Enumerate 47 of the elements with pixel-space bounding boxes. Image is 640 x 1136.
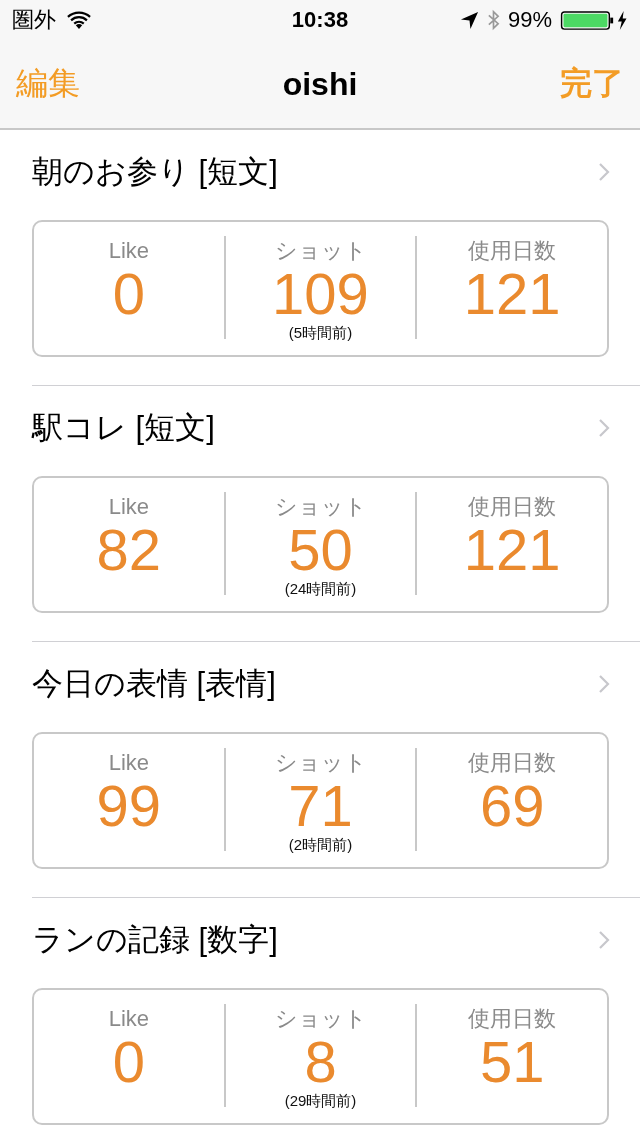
item-title: ランの記録 [数字] (32, 921, 278, 959)
stat-value: 50 (288, 520, 353, 580)
stat-value: 71 (288, 776, 353, 836)
chevron-icon (598, 930, 610, 950)
item-title: 朝のお参り [短文] (32, 153, 278, 191)
stat-label: Like (108, 1006, 149, 1032)
stat-label: ショット (274, 494, 367, 520)
stat-label: 使用日数 (468, 750, 557, 776)
stat-value: 121 (463, 520, 561, 580)
stat-label: Like (108, 238, 149, 264)
list-item[interactable]: 駅コレ [短文] (32, 386, 640, 448)
stat-label: 使用日数 (468, 238, 557, 264)
stat-label: ショット (274, 750, 367, 776)
stat-value: 69 (479, 776, 545, 836)
stat-label: Like (108, 750, 149, 776)
stat-value: 0 (112, 1032, 145, 1092)
stat-label: 使用日数 (468, 1006, 557, 1032)
stat-label: ショット (274, 1006, 367, 1032)
stat-value: 121 (463, 264, 561, 324)
item-title: 今日の表情 [表情] (32, 665, 276, 703)
stat-note: (2時間前) (288, 836, 353, 854)
battery-percent: 99% (507, 7, 552, 33)
stat-value: 109 (272, 264, 369, 324)
list-item[interactable]: 朝のお参り [短文] (32, 130, 640, 192)
stat-value: 8 (304, 1032, 337, 1092)
location-arrow-icon (459, 10, 479, 30)
stat-note: (5時間前) (288, 324, 353, 342)
stat-value: 82 (96, 520, 162, 580)
wifi-icon (66, 10, 92, 30)
chevron-icon (598, 162, 610, 182)
list-item[interactable]: 今日の表情 [表情] (32, 642, 640, 704)
chevron-icon (598, 674, 610, 694)
stat-value: 51 (479, 1032, 545, 1092)
list-item[interactable]: ランの記録 [数字] (32, 898, 640, 960)
clock-time: 10:38 (290, 7, 350, 33)
stat-value: 99 (96, 776, 162, 836)
chevron-icon (598, 418, 610, 438)
stat-label: Like (108, 494, 149, 520)
carrier-label: 圏外 (12, 6, 56, 34)
stat-note: (29時間前) (284, 1092, 357, 1110)
stat-value: 0 (112, 264, 145, 324)
nav-title: oishi (281, 65, 359, 103)
stat-label: ショット (274, 238, 367, 264)
stat-note: (24時間前) (284, 580, 357, 598)
item-title: 駅コレ [短文] (32, 409, 215, 447)
bluetooth-icon (486, 8, 500, 32)
stat-label: 使用日数 (468, 494, 557, 520)
